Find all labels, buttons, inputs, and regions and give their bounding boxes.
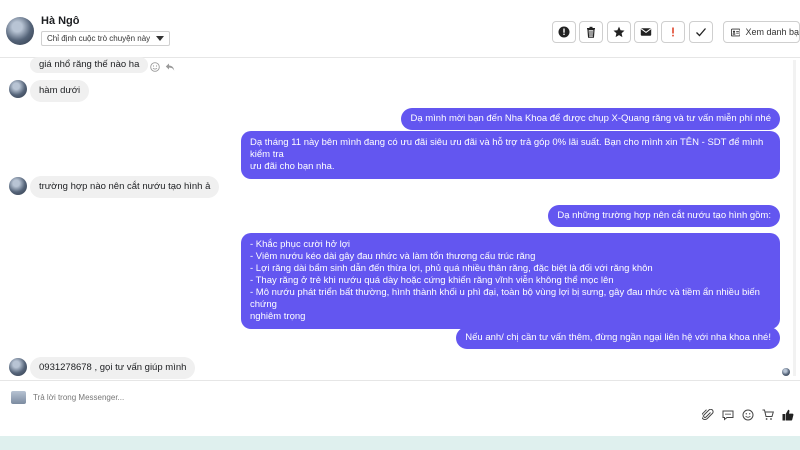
incoming-message: giá nhổ răng thế nào ha	[30, 57, 149, 73]
mail-icon	[640, 28, 652, 36]
trash-icon	[587, 26, 595, 38]
view-contacts-button[interactable]: Xem danh bạ	[723, 21, 800, 43]
assign-conversation-dropdown[interactable]: Chỉ định cuộc trò chuyện này	[41, 31, 171, 46]
contact-name[interactable]: Hà Ngô	[41, 15, 80, 27]
message-line: - Khắc phục cười hở lợi	[250, 239, 351, 250]
chat-template-icon[interactable]	[722, 409, 734, 421]
message-line: - Viêm nướu kéo dài gây đau nhức và làm …	[250, 251, 536, 262]
mark-unread-button[interactable]	[634, 21, 658, 43]
message-line: - Mô nướu phát triển bất thường, hình th…	[250, 287, 760, 310]
view-contacts-label: Xem danh bạ	[745, 27, 799, 37]
thumbs-up-icon[interactable]	[782, 409, 794, 421]
assign-conversation-label: Chỉ định cuộc trò chuyện này	[47, 34, 151, 43]
composer-toolbar	[702, 409, 794, 421]
contact-avatar-small	[9, 177, 27, 195]
caret-down-icon	[156, 36, 165, 41]
outgoing-message: Dạ tháng 11 này bên mình đang có ưu đãi …	[241, 131, 780, 179]
outgoing-message: Dạ mình mời bạn đến Nha Khoa để được chụ…	[401, 108, 780, 130]
message-actions	[150, 62, 175, 72]
check-icon	[696, 28, 706, 37]
cart-icon[interactable]	[762, 409, 774, 421]
spam-button[interactable]	[661, 21, 685, 43]
conversation-header: Hà Ngô Chỉ định cuộc trò chuyện này Xem …	[0, 0, 800, 58]
page-avatar	[11, 391, 26, 404]
incoming-message: 0931278678 , gọi tư vấn giúp mình	[30, 357, 196, 379]
message-line: - Thay răng ở trẻ khi nướu quá dày hoặc …	[250, 275, 614, 286]
delete-button[interactable]	[579, 21, 603, 43]
message-line: Dạ tháng 11 này bên mình đang có ưu đãi …	[250, 137, 764, 160]
outgoing-message: Dạ những trường hợp nên cắt nướu tạo hìn…	[548, 205, 780, 227]
contact-card-icon	[731, 28, 741, 36]
seen-indicator-avatar	[782, 368, 790, 376]
message-line: nghiêm trọng	[250, 311, 306, 322]
mark-done-button[interactable]	[689, 21, 713, 43]
message-line: - Lợi răng dài bẩm sinh dẫn đến thừa lợi…	[250, 263, 653, 274]
footer-strip	[0, 436, 800, 450]
contact-avatar[interactable]	[6, 17, 34, 45]
reply-icon[interactable]	[165, 62, 175, 72]
outgoing-message: Nếu anh/ chị cần tư vấn thêm, đừng ngần …	[456, 327, 780, 349]
star-button[interactable]	[607, 21, 631, 43]
info-button[interactable]	[552, 21, 576, 43]
exclamation-icon	[672, 27, 674, 37]
star-icon	[613, 26, 625, 38]
contact-avatar-small	[9, 80, 27, 98]
smile-icon[interactable]	[150, 62, 160, 72]
incoming-message: hàm dưới	[30, 80, 90, 102]
contact-avatar-small	[9, 358, 27, 376]
message-line: ưu đãi cho bạn nha.	[250, 161, 335, 172]
emoji-icon[interactable]	[742, 409, 754, 421]
reply-input[interactable]: Trả lời trong Messenger...	[33, 393, 124, 402]
outgoing-message: - Khắc phục cười hở lợi - Viêm nướu kéo …	[241, 233, 780, 329]
attachment-icon[interactable]	[702, 409, 714, 421]
reply-composer: Trả lời trong Messenger...	[0, 380, 800, 436]
incoming-message: trường hợp nào nên cắt nướu tạo hình ả	[30, 176, 220, 198]
messages-scrollbar[interactable]	[793, 60, 796, 376]
info-icon	[558, 26, 570, 38]
